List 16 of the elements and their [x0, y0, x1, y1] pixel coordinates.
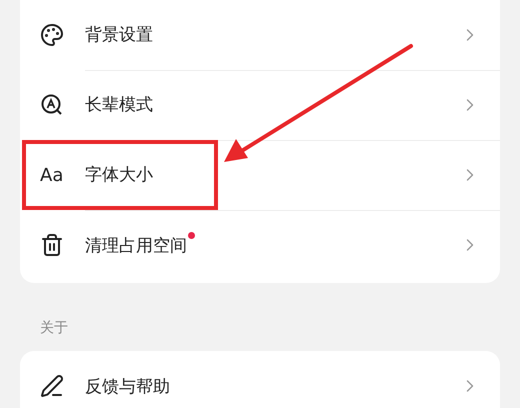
trash-icon: [40, 233, 64, 257]
settings-item[interactable]: 背景设置: [20, 0, 500, 70]
item-label: 长辈模式: [85, 94, 153, 116]
magnifier-letter-icon: [40, 93, 64, 117]
pen-icon: [40, 374, 64, 398]
item-label: 背景设置: [85, 24, 153, 46]
settings-item[interactable]: 长辈模式: [20, 70, 500, 140]
font-size-icon: Aa: [40, 164, 64, 186]
settings-item[interactable]: 清理占用空间: [20, 210, 500, 280]
palette-icon: [40, 23, 64, 47]
item-label: 字体大小: [85, 164, 153, 186]
section-title: 关于: [39, 319, 69, 338]
item-label: 反馈与帮助: [85, 376, 170, 398]
settings-item[interactable]: 反馈与帮助: [20, 351, 500, 408]
item-label: 清理占用空间: [85, 234, 187, 256]
settings-item[interactable]: Aa 字体大小: [20, 140, 500, 210]
